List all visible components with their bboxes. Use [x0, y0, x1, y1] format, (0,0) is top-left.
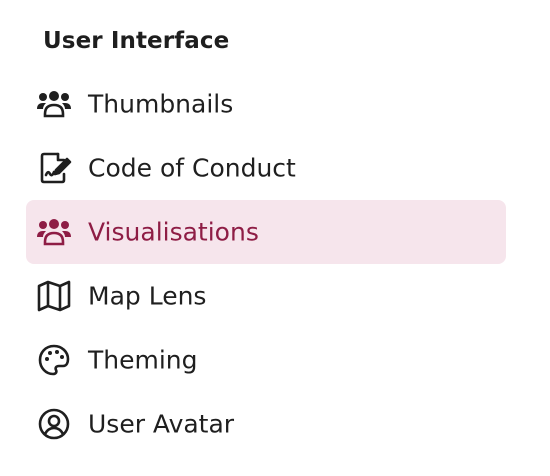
- nav-item-label: Theming: [88, 345, 198, 375]
- nav-item-label: Visualisations: [88, 217, 259, 247]
- nav-item-visualisations[interactable]: Visualisations: [26, 200, 506, 264]
- nav-item-thumbnails[interactable]: Thumbnails: [26, 72, 506, 136]
- nav-item-label: Code of Conduct: [88, 153, 296, 183]
- people-group-icon: [36, 214, 72, 250]
- nav-item-user-avatar[interactable]: User Avatar: [26, 392, 506, 456]
- document-signature-icon: [36, 150, 72, 186]
- map-icon: [36, 278, 72, 314]
- nav-item-map-lens[interactable]: Map Lens: [26, 264, 506, 328]
- nav-item-theming[interactable]: Theming: [26, 328, 506, 392]
- nav-item-label: Thumbnails: [88, 89, 234, 119]
- user-circle-icon: [36, 406, 72, 442]
- people-group-icon: [36, 86, 72, 122]
- nav-item-label: User Avatar: [88, 409, 235, 439]
- sidebar-nav: User Interface Thumbnails Code of Conduc…: [0, 0, 550, 476]
- section-title: User Interface: [43, 28, 230, 54]
- palette-icon: [36, 342, 72, 378]
- nav-item-label: Map Lens: [88, 281, 207, 311]
- nav-list: Thumbnails Code of Conduct Visualisation…: [26, 72, 506, 456]
- nav-item-code-of-conduct[interactable]: Code of Conduct: [26, 136, 506, 200]
